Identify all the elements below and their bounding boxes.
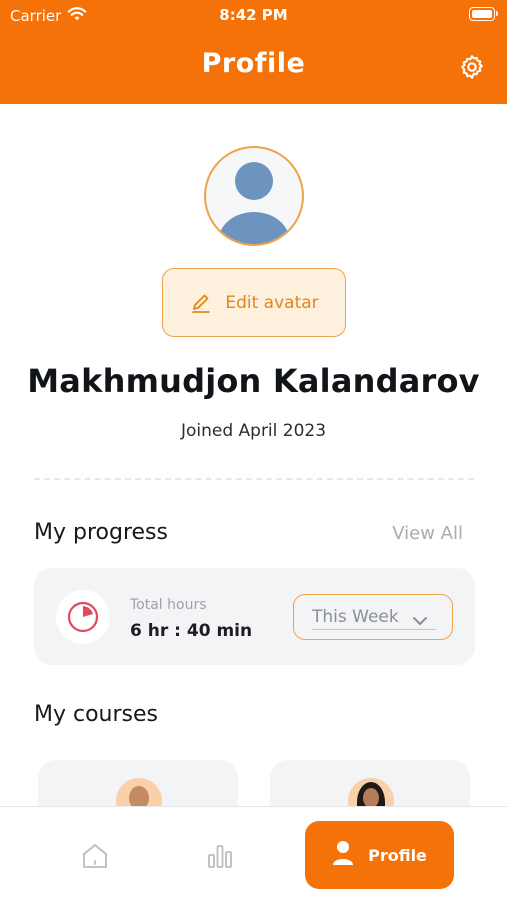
app-header: Carrier 8:42 PM Profile — [0, 0, 507, 104]
total-hours-value: 6 hr : 40 min — [130, 621, 253, 641]
period-select-value: This Week — [312, 607, 399, 627]
avatar-head-shape — [235, 162, 273, 200]
bottom-tab-bar: Profile — [0, 806, 507, 900]
edit-avatar-button[interactable]: Edit avatar — [162, 268, 346, 337]
pencil-icon — [189, 291, 213, 315]
status-bar: Carrier 8:42 PM — [0, 0, 507, 32]
gear-icon[interactable] — [458, 53, 486, 81]
tab-stats[interactable] — [185, 821, 255, 889]
progress-section-title: My progress — [34, 520, 168, 545]
page-title: Profile — [201, 48, 306, 79]
edit-avatar-label: Edit avatar — [225, 292, 319, 313]
chevron-down-icon — [412, 611, 428, 630]
user-name: Makhmudjon Kalandarov — [27, 362, 480, 400]
tab-home[interactable] — [60, 821, 130, 889]
tab-profile-label: Profile — [368, 845, 427, 865]
joined-date: Joined April 2023 — [180, 421, 327, 441]
tab-profile[interactable]: Profile — [305, 821, 454, 889]
clock-time: 8:42 PM — [219, 6, 288, 24]
courses-section-title: My courses — [34, 702, 158, 727]
avatar-body-shape — [218, 212, 290, 244]
section-divider — [34, 478, 474, 480]
view-all-link[interactable]: View All — [392, 523, 463, 544]
battery-icon — [469, 7, 498, 21]
total-hours-label: Total hours — [130, 597, 207, 613]
progress-card: Total hours 6 hr : 40 min This Week — [34, 568, 475, 665]
avatar[interactable] — [204, 146, 304, 246]
person-icon — [332, 840, 354, 870]
clock-icon — [56, 590, 110, 644]
period-select[interactable]: This Week — [293, 594, 453, 640]
